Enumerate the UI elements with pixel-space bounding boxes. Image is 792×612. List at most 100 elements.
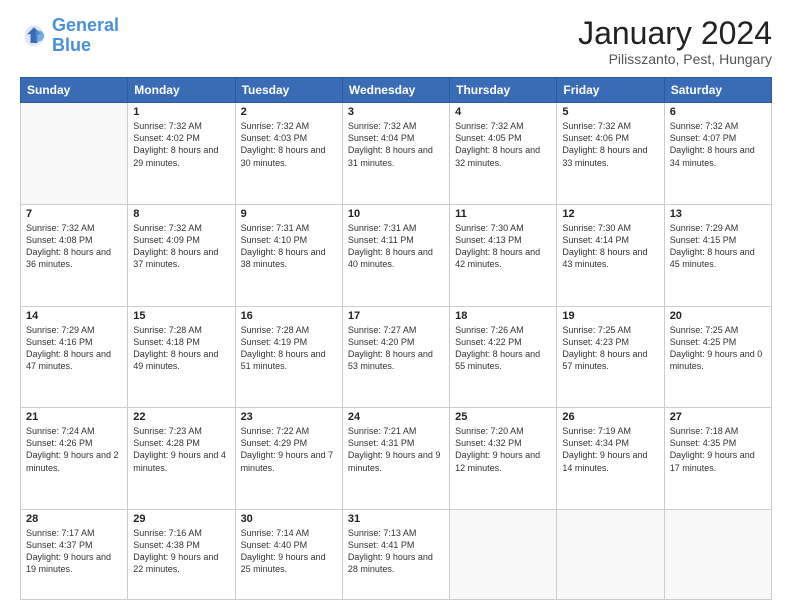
daylight-label: Daylight: 9 hours and 25 minutes. [241, 552, 326, 574]
sunset-label: Sunset: 4:16 PM [26, 337, 93, 347]
header: General Blue January 2024 Pilisszanto, P… [20, 16, 772, 67]
cell-info: Sunrise: 7:26 AMSunset: 4:22 PMDaylight:… [455, 324, 551, 373]
day-cell [21, 103, 128, 205]
sunrise-label: Sunrise: 7:20 AM [455, 426, 524, 436]
cell-info: Sunrise: 7:27 AMSunset: 4:20 PMDaylight:… [348, 324, 444, 373]
weekday-tuesday: Tuesday [235, 78, 342, 103]
cell-info: Sunrise: 7:32 AMSunset: 4:05 PMDaylight:… [455, 120, 551, 169]
sunset-label: Sunset: 4:25 PM [670, 337, 737, 347]
day-number: 20 [670, 310, 766, 322]
cell-info: Sunrise: 7:16 AMSunset: 4:38 PMDaylight:… [133, 527, 229, 576]
cell-info: Sunrise: 7:25 AMSunset: 4:25 PMDaylight:… [670, 324, 766, 373]
daylight-label: Daylight: 8 hours and 37 minutes. [133, 247, 218, 269]
day-number: 4 [455, 106, 551, 118]
weekday-sunday: Sunday [21, 78, 128, 103]
daylight-label: Daylight: 8 hours and 31 minutes. [348, 145, 433, 167]
day-cell: 14Sunrise: 7:29 AMSunset: 4:16 PMDayligh… [21, 306, 128, 408]
daylight-label: Daylight: 9 hours and 2 minutes. [26, 450, 119, 472]
cell-info: Sunrise: 7:25 AMSunset: 4:23 PMDaylight:… [562, 324, 658, 373]
cell-info: Sunrise: 7:21 AMSunset: 4:31 PMDaylight:… [348, 425, 444, 474]
cell-info: Sunrise: 7:32 AMSunset: 4:08 PMDaylight:… [26, 222, 122, 271]
weekday-monday: Monday [128, 78, 235, 103]
daylight-label: Daylight: 9 hours and 7 minutes. [241, 450, 334, 472]
day-cell: 22Sunrise: 7:23 AMSunset: 4:28 PMDayligh… [128, 408, 235, 510]
daylight-label: Daylight: 8 hours and 49 minutes. [133, 349, 218, 371]
sunrise-label: Sunrise: 7:14 AM [241, 528, 310, 538]
sunrise-label: Sunrise: 7:18 AM [670, 426, 739, 436]
day-number: 18 [455, 310, 551, 322]
logo-line2: Blue [52, 36, 119, 56]
cell-info: Sunrise: 7:30 AMSunset: 4:14 PMDaylight:… [562, 222, 658, 271]
day-cell: 8Sunrise: 7:32 AMSunset: 4:09 PMDaylight… [128, 204, 235, 306]
sunset-label: Sunset: 4:38 PM [133, 540, 200, 550]
weekday-saturday: Saturday [664, 78, 771, 103]
sunrise-label: Sunrise: 7:23 AM [133, 426, 202, 436]
day-cell: 24Sunrise: 7:21 AMSunset: 4:31 PMDayligh… [342, 408, 449, 510]
day-number: 14 [26, 310, 122, 322]
cell-info: Sunrise: 7:19 AMSunset: 4:34 PMDaylight:… [562, 425, 658, 474]
day-number: 1 [133, 106, 229, 118]
weekday-friday: Friday [557, 78, 664, 103]
page: General Blue January 2024 Pilisszanto, P… [0, 0, 792, 612]
sunrise-label: Sunrise: 7:32 AM [670, 121, 739, 131]
day-cell: 19Sunrise: 7:25 AMSunset: 4:23 PMDayligh… [557, 306, 664, 408]
day-cell: 10Sunrise: 7:31 AMSunset: 4:11 PMDayligh… [342, 204, 449, 306]
sunset-label: Sunset: 4:20 PM [348, 337, 415, 347]
cell-info: Sunrise: 7:30 AMSunset: 4:13 PMDaylight:… [455, 222, 551, 271]
sunset-label: Sunset: 4:04 PM [348, 133, 415, 143]
daylight-label: Daylight: 9 hours and 22 minutes. [133, 552, 218, 574]
daylight-label: Daylight: 8 hours and 40 minutes. [348, 247, 433, 269]
sunset-label: Sunset: 4:06 PM [562, 133, 629, 143]
day-cell: 1Sunrise: 7:32 AMSunset: 4:02 PMDaylight… [128, 103, 235, 205]
sunset-label: Sunset: 4:09 PM [133, 235, 200, 245]
weekday-thursday: Thursday [450, 78, 557, 103]
day-number: 7 [26, 208, 122, 220]
daylight-label: Daylight: 8 hours and 32 minutes. [455, 145, 540, 167]
cell-info: Sunrise: 7:17 AMSunset: 4:37 PMDaylight:… [26, 527, 122, 576]
sunset-label: Sunset: 4:08 PM [26, 235, 93, 245]
sunrise-label: Sunrise: 7:25 AM [562, 325, 631, 335]
sunset-label: Sunset: 4:14 PM [562, 235, 629, 245]
sunset-label: Sunset: 4:40 PM [241, 540, 308, 550]
day-cell: 5Sunrise: 7:32 AMSunset: 4:06 PMDaylight… [557, 103, 664, 205]
daylight-label: Daylight: 8 hours and 53 minutes. [348, 349, 433, 371]
sunset-label: Sunset: 4:02 PM [133, 133, 200, 143]
day-number: 27 [670, 411, 766, 423]
day-cell: 7 Sunrise: 7:32 AMSunset: 4:08 PMDaylight… [21, 204, 128, 306]
day-cell [450, 509, 557, 599]
weekday-wednesday: Wednesday [342, 78, 449, 103]
logo: General Blue [20, 16, 119, 56]
daylight-label: Daylight: 9 hours and 14 minutes. [562, 450, 647, 472]
daylight-label: Daylight: 8 hours and 45 minutes. [670, 247, 755, 269]
sunrise-label: Sunrise: 7:29 AM [26, 325, 95, 335]
cell-info: Sunrise: 7:13 AMSunset: 4:41 PMDaylight:… [348, 527, 444, 576]
daylight-label: Daylight: 8 hours and 57 minutes. [562, 349, 647, 371]
day-cell: 16Sunrise: 7:28 AMSunset: 4:19 PMDayligh… [235, 306, 342, 408]
cell-info: Sunrise: 7:22 AMSunset: 4:29 PMDaylight:… [241, 425, 337, 474]
day-cell: 29Sunrise: 7:16 AMSunset: 4:38 PMDayligh… [128, 509, 235, 599]
daylight-label: Daylight: 9 hours and 0 minutes. [670, 349, 763, 371]
day-number: 8 [133, 208, 229, 220]
sunrise-label: Sunrise: 7:28 AM [133, 325, 202, 335]
sunset-label: Sunset: 4:11 PM [348, 235, 414, 245]
daylight-label: Daylight: 8 hours and 42 minutes. [455, 247, 540, 269]
sunrise-label: Sunrise: 7:31 AM [241, 223, 310, 233]
sunrise-label: Sunrise: 7:32 AM [241, 121, 310, 131]
cell-info: Sunrise: 7:32 AMSunset: 4:04 PMDaylight:… [348, 120, 444, 169]
daylight-label: Daylight: 8 hours and 34 minutes. [670, 145, 755, 167]
day-number: 25 [455, 411, 551, 423]
cell-info: Sunrise: 7:29 AMSunset: 4:15 PMDaylight:… [670, 222, 766, 271]
daylight-label: Daylight: 9 hours and 17 minutes. [670, 450, 755, 472]
sunset-label: Sunset: 4:07 PM [670, 133, 737, 143]
sunset-label: Sunset: 4:37 PM [26, 540, 93, 550]
day-cell: 2Sunrise: 7:32 AMSunset: 4:03 PMDaylight… [235, 103, 342, 205]
day-number: 23 [241, 411, 337, 423]
sunset-label: Sunset: 4:18 PM [133, 337, 200, 347]
cell-info: Sunrise: 7:32 AM Sunset: 4:07 PM Daylight:… [670, 120, 766, 169]
calendar-table: SundayMondayTuesdayWednesdayThursdayFrid… [20, 77, 772, 600]
day-number: 16 [241, 310, 337, 322]
sunset-label: Sunset: 4:32 PM [455, 438, 522, 448]
cell-info: Sunrise: 7:28 AM Sunset: 4:18 PM Daylight:… [133, 324, 229, 373]
day-number: 26 [562, 411, 658, 423]
day-cell: 11Sunrise: 7:30 AMSunset: 4:13 PMDayligh… [450, 204, 557, 306]
